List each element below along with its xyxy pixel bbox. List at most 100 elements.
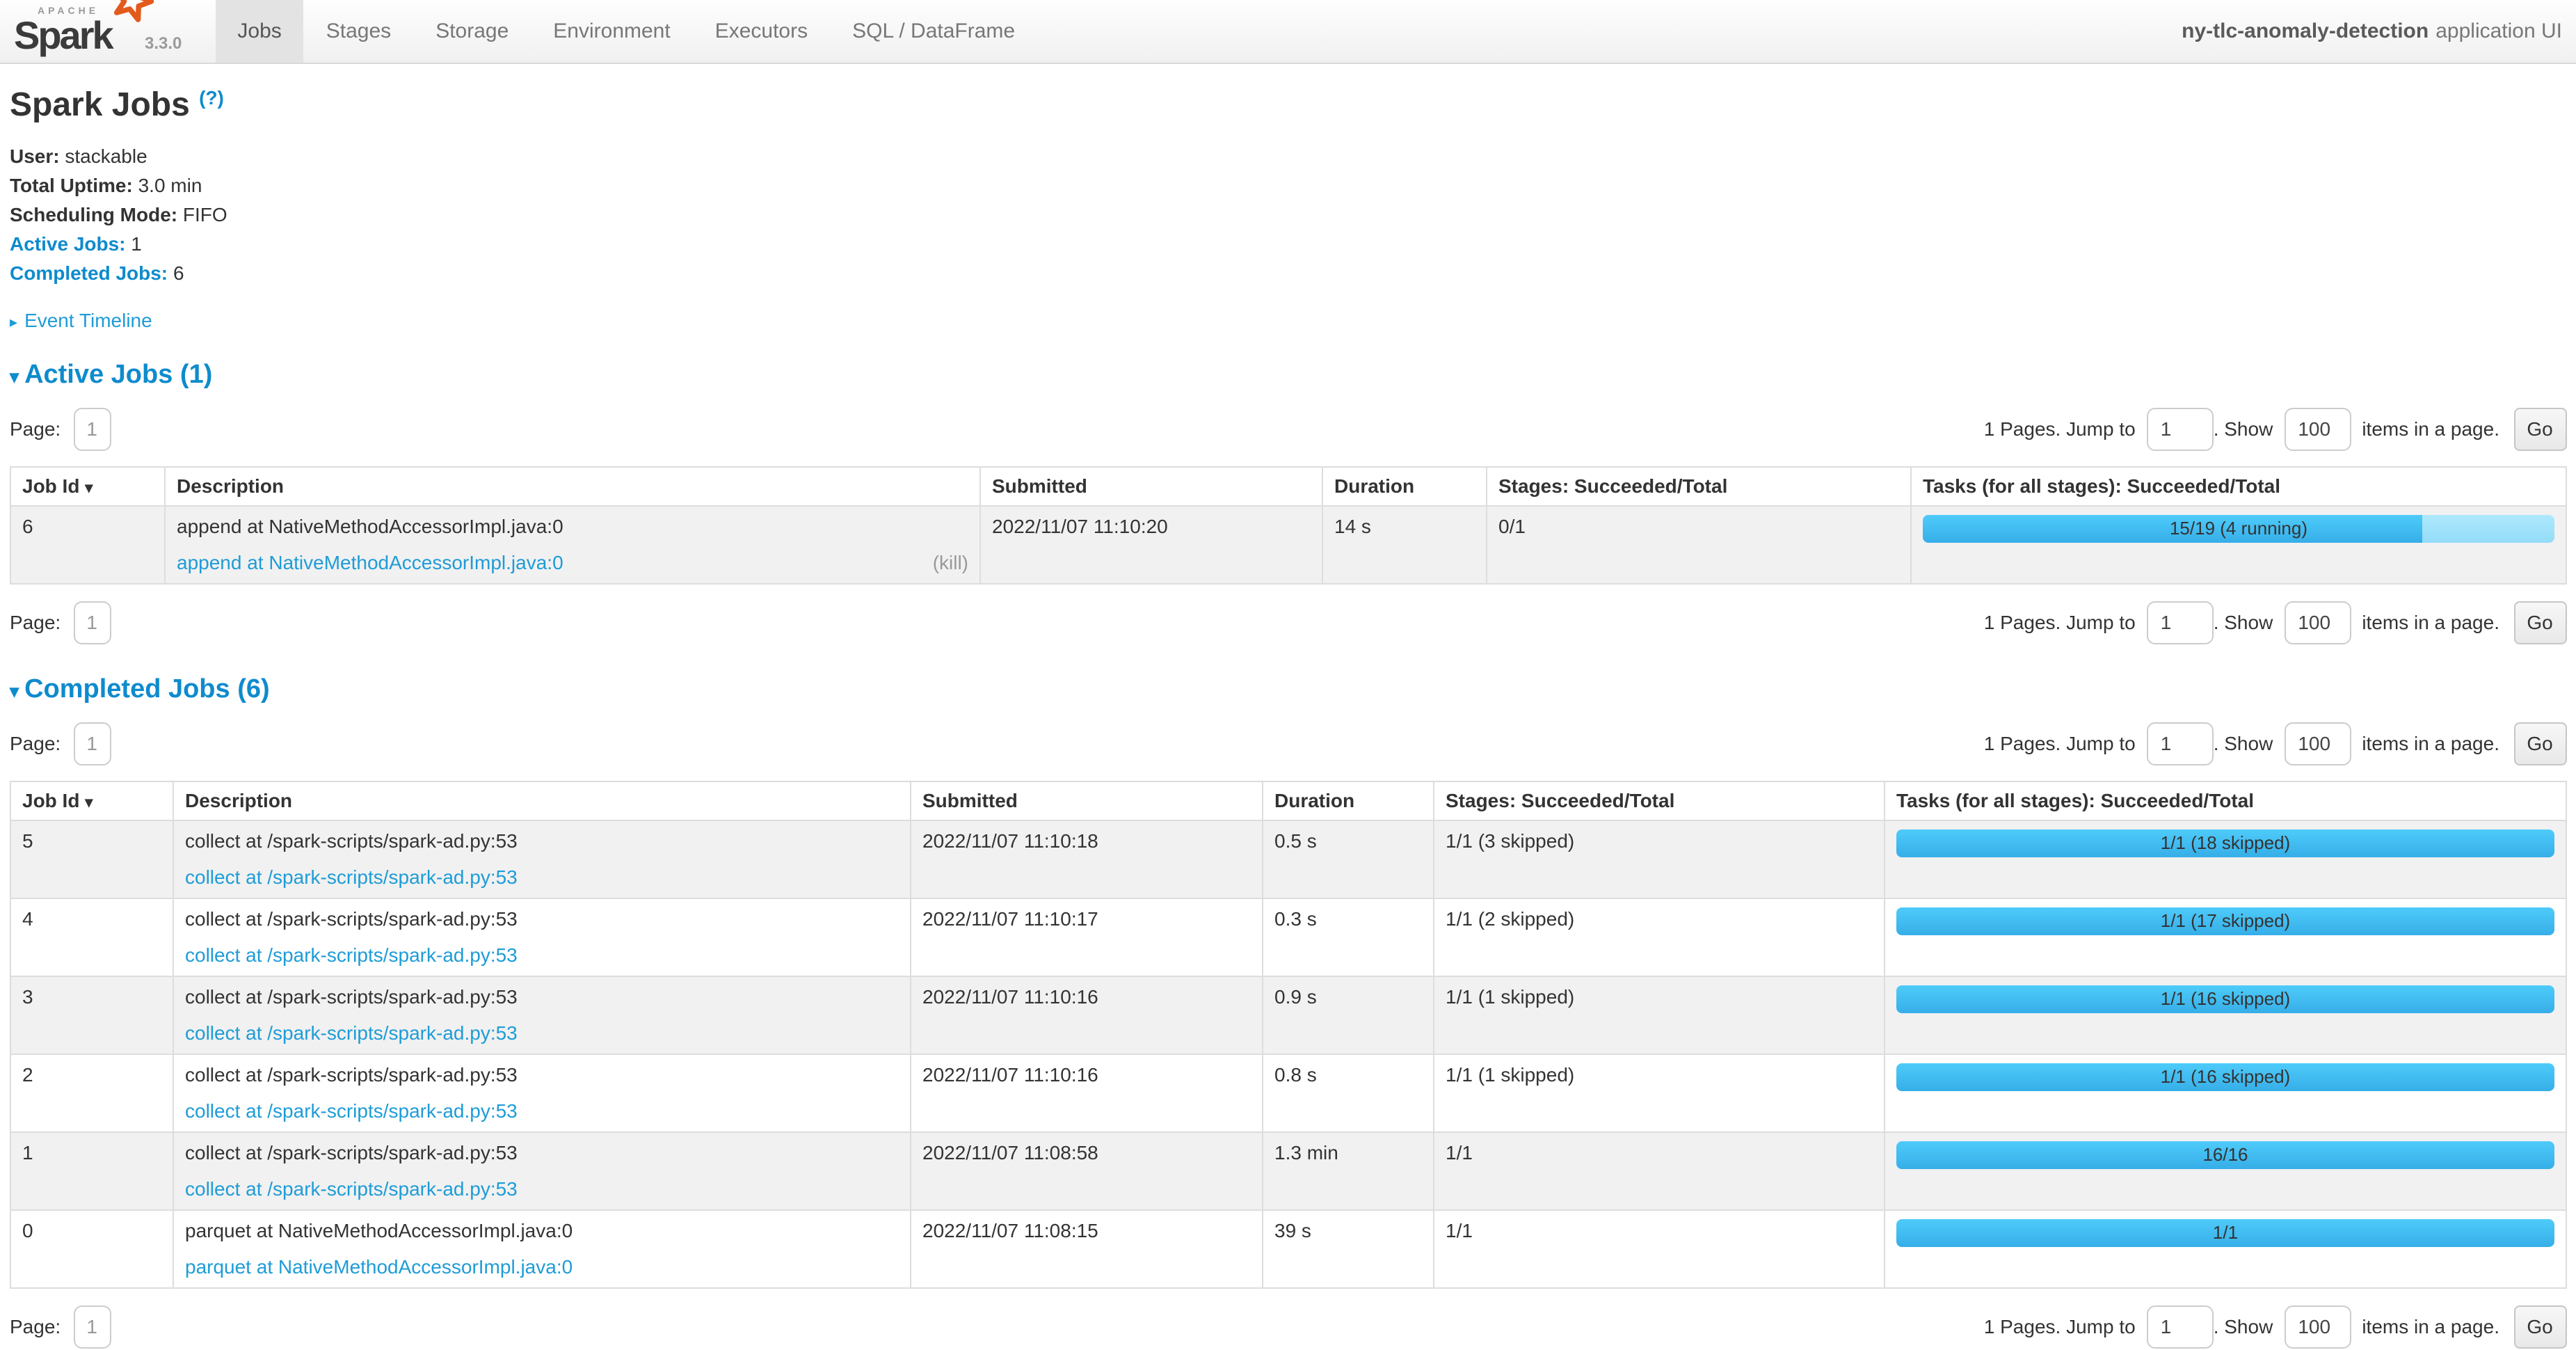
page-input[interactable]	[73, 407, 111, 450]
page-title: Spark Jobs (?)	[10, 86, 2566, 125]
items-per-page-input[interactable]	[2284, 1305, 2351, 1348]
job-detail-link[interactable]: parquet at NativeMethodAccessorImpl.java…	[185, 1255, 573, 1278]
stages-cell: 1/1 (1 skipped)	[1434, 976, 1885, 1054]
duration-cell: 39 s	[1263, 1210, 1434, 1288]
job-description: collect at /spark-scripts/spark-ad.py:53	[185, 1062, 899, 1088]
job-summary: User: stackable Total Uptime: 3.0 min Sc…	[10, 142, 2566, 288]
column-header-description[interactable]: Description	[165, 467, 980, 506]
tasks-cell: 1/1 (17 skipped)	[1885, 898, 2566, 976]
tab-stages[interactable]: Stages	[304, 0, 413, 63]
job-detail-link[interactable]: append at NativeMethodAccessorImpl.java:…	[177, 551, 563, 573]
items-per-page-input[interactable]	[2284, 601, 2351, 644]
spark-star-icon	[111, 0, 153, 29]
tasks-cell: 1/1 (16 skipped)	[1885, 976, 2566, 1054]
completed-jobs-section-header[interactable]: ▾Completed Jobs (6)	[10, 675, 2566, 706]
nav-tabs: Jobs Stages Storage Environment Executor…	[215, 0, 1037, 63]
stages-cell: 0/1	[1487, 506, 1911, 584]
go-button[interactable]: Go	[2513, 722, 2566, 765]
job-detail-link[interactable]: collect at /spark-scripts/spark-ad.py:53	[185, 1022, 518, 1044]
event-timeline-toggle[interactable]: ▸Event Timeline	[10, 309, 2566, 331]
tasks-cell: 16/16	[1885, 1132, 2566, 1210]
column-header-stages[interactable]: Stages: Succeeded/Total	[1487, 467, 1911, 506]
job-detail-link[interactable]: collect at /spark-scripts/spark-ad.py:53	[185, 1177, 518, 1200]
tab-executors[interactable]: Executors	[693, 0, 830, 63]
caret-down-icon: ▾	[10, 681, 19, 701]
submitted-cell: 2022/11/07 11:10:18	[911, 820, 1263, 898]
pagination-controls: 1 Pages. Jump to . Show items in a page.…	[1984, 1305, 2566, 1348]
job-detail-link[interactable]: collect at /spark-scripts/spark-ad.py:53	[185, 944, 518, 966]
go-button[interactable]: Go	[2513, 407, 2566, 450]
jump-to-input[interactable]	[2147, 601, 2214, 644]
column-header-duration[interactable]: Duration	[1263, 781, 1434, 820]
active-jobs-link[interactable]: Active Jobs:	[10, 232, 126, 255]
tasks-progress-bar: 1/1 (18 skipped)	[1896, 829, 2554, 857]
help-link[interactable]: (?)	[199, 86, 224, 109]
description-cell: collect at /spark-scripts/spark-ad.py:53…	[173, 1132, 911, 1210]
job-detail-link[interactable]: collect at /spark-scripts/spark-ad.py:53	[185, 866, 518, 888]
job-description: collect at /spark-scripts/spark-ad.py:53	[185, 906, 899, 932]
kill-link[interactable]: (kill)	[933, 550, 968, 576]
active-pagination-bottom: Page: 1 Pages. Jump to . Show items in a…	[10, 598, 2566, 646]
active-jobs-table: Job Id ▾ Description Submitted Duration …	[10, 466, 2567, 585]
column-header-submitted[interactable]: Submitted	[911, 781, 1263, 820]
column-header-tasks[interactable]: Tasks (for all stages): Succeeded/Total	[1911, 467, 2566, 506]
tasks-cell: 15/19 (4 running)	[1911, 506, 2566, 584]
column-header-stages[interactable]: Stages: Succeeded/Total	[1434, 781, 1885, 820]
column-header-duration[interactable]: Duration	[1322, 467, 1487, 506]
page-input[interactable]	[73, 722, 111, 765]
jump-to-input[interactable]	[2147, 407, 2214, 450]
completed-pagination-bottom: Page: 1 Pages. Jump to . Show items in a…	[10, 1303, 2566, 1350]
description-cell: parquet at NativeMethodAccessorImpl.java…	[173, 1210, 911, 1288]
application-name: ny-tlc-anomaly-detection application UI	[2182, 0, 2562, 63]
spark-logo-link[interactable]: APACHE Spark 3.3.0	[11, 0, 195, 63]
column-header-description[interactable]: Description	[173, 781, 911, 820]
tasks-progress-bar: 1/1 (16 skipped)	[1896, 1063, 2554, 1091]
jump-to-input[interactable]	[2147, 1305, 2214, 1348]
spark-logo: APACHE Spark	[14, 0, 131, 56]
table-row: 0 parquet at NativeMethodAccessorImpl.ja…	[10, 1210, 2566, 1288]
duration-cell: 1.3 min	[1263, 1132, 1434, 1210]
submitted-cell: 2022/11/07 11:10:16	[911, 1054, 1263, 1132]
tab-sql-dataframe[interactable]: SQL / DataFrame	[830, 0, 1037, 63]
active-jobs-section-header[interactable]: ▾Active Jobs (1)	[10, 360, 2566, 391]
column-header-tasks[interactable]: Tasks (for all stages): Succeeded/Total	[1885, 781, 2566, 820]
column-header-job-id[interactable]: Job Id ▾	[10, 781, 173, 820]
job-description: collect at /spark-scripts/spark-ad.py:53	[185, 828, 899, 855]
progress-label: 16/16	[1896, 1141, 2554, 1169]
job-description: collect at /spark-scripts/spark-ad.py:53	[185, 984, 899, 1010]
go-button[interactable]: Go	[2513, 1305, 2566, 1348]
tab-jobs[interactable]: Jobs	[215, 0, 303, 63]
caret-right-icon: ▸	[10, 315, 17, 331]
description-cell: append at NativeMethodAccessorImpl.java:…	[165, 506, 980, 584]
items-per-page-input[interactable]	[2284, 722, 2351, 765]
stages-cell: 1/1	[1434, 1210, 1885, 1288]
stages-cell: 1/1 (1 skipped)	[1434, 1054, 1885, 1132]
page-input[interactable]	[73, 1305, 111, 1348]
progress-label: 1/1 (18 skipped)	[1896, 829, 2554, 857]
column-header-job-id[interactable]: Job Id ▾	[10, 467, 165, 506]
stages-cell: 1/1 (2 skipped)	[1434, 898, 1885, 976]
job-id-cell: 1	[10, 1132, 173, 1210]
completed-pagination-top: Page: 1 Pages. Jump to . Show items in a…	[10, 720, 2566, 767]
stages-cell: 1/1	[1434, 1132, 1885, 1210]
page-input[interactable]	[73, 601, 111, 644]
summary-completed-jobs: Completed Jobs: 6	[10, 259, 2566, 288]
tasks-progress-bar: 1/1 (17 skipped)	[1896, 907, 2554, 935]
column-header-submitted[interactable]: Submitted	[980, 467, 1322, 506]
tab-storage[interactable]: Storage	[413, 0, 531, 63]
duration-cell: 0.9 s	[1263, 976, 1434, 1054]
tasks-progress-bar: 1/1	[1896, 1219, 2554, 1247]
completed-jobs-link[interactable]: Completed Jobs:	[10, 262, 168, 284]
tasks-progress-bar: 15/19 (4 running)	[1923, 515, 2554, 543]
progress-label: 1/1	[1896, 1219, 2554, 1247]
jump-to-input[interactable]	[2147, 722, 2214, 765]
job-id-cell: 2	[10, 1054, 173, 1132]
submitted-cell: 2022/11/07 11:10:16	[911, 976, 1263, 1054]
items-per-page-input[interactable]	[2284, 407, 2351, 450]
job-detail-link[interactable]: collect at /spark-scripts/spark-ad.py:53	[185, 1099, 518, 1122]
go-button[interactable]: Go	[2513, 601, 2566, 644]
spark-jobs-page: APACHE Spark 3.3.0 Jobs Stages Storage E…	[0, 0, 2576, 1349]
progress-label: 1/1 (16 skipped)	[1896, 985, 2554, 1013]
pagination-controls: 1 Pages. Jump to . Show items in a page.…	[1984, 601, 2566, 644]
tab-environment[interactable]: Environment	[531, 0, 692, 63]
